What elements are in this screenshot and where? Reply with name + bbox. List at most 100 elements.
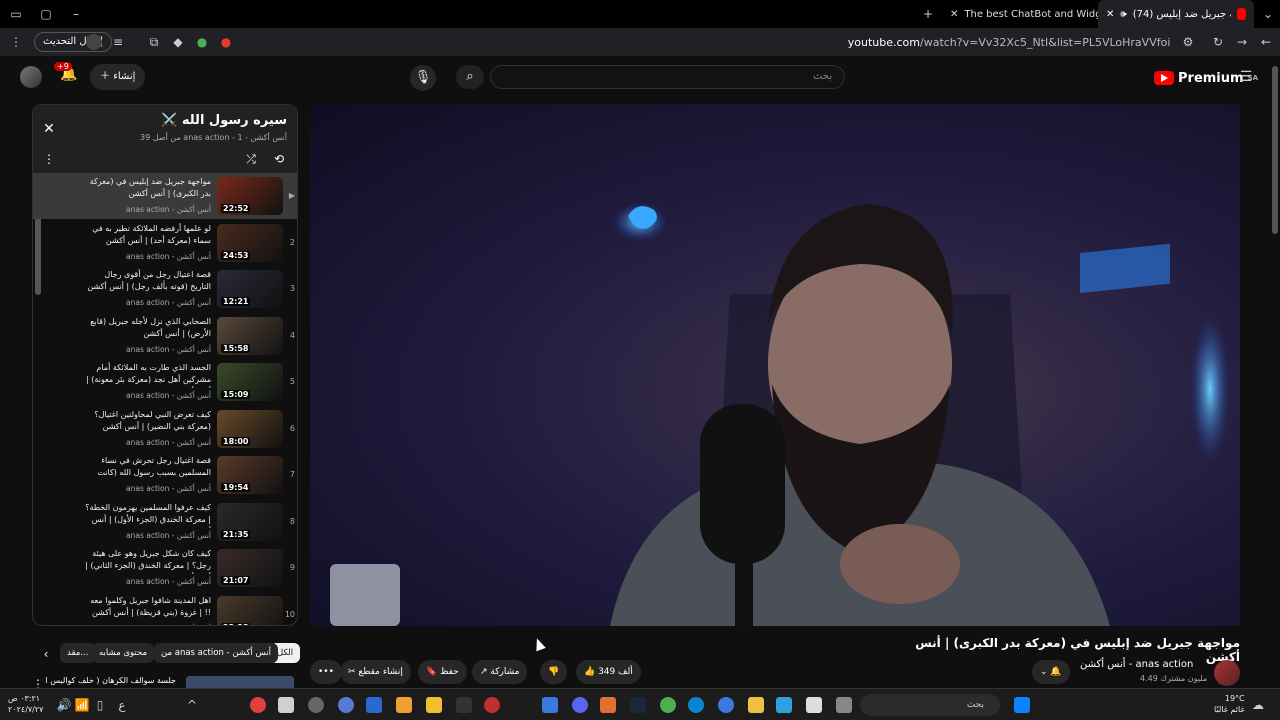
language-indicator[interactable]: ع — [114, 697, 130, 713]
playlist-item-title[interactable]: قصة اغتيال رجل تحرش في نساء المسلمين بسب… — [85, 455, 211, 481]
playlist-item[interactable]: 8 21:35 كيف عرفوا المسلمين يهزمون الخطة؟ |… — [33, 499, 297, 545]
app-icon[interactable] — [426, 697, 442, 713]
app-icon[interactable] — [600, 697, 616, 713]
tab-youtube[interactable]: ✕ 🕪 (74) مواجهة جبريل ضد إبليس — [1098, 0, 1254, 28]
chevron-left-icon[interactable]: ‹ — [38, 646, 54, 662]
playlist-item-thumbnail[interactable]: 12:21 — [217, 270, 283, 308]
save-button[interactable]: 🔖 حفظ — [418, 660, 467, 684]
playlist-item-title[interactable]: الصحابي الذي نزل لأجله جبريل (قابع الأرض… — [85, 316, 211, 340]
extension-icon[interactable]: ◆ — [170, 34, 186, 50]
hamburger-menu-icon[interactable]: ☰ — [1238, 69, 1254, 85]
playlist-item-title[interactable]: اهل المدينة شافوا جبريل وكلموا معه !! | … — [85, 595, 211, 619]
loop-icon[interactable]: ⟲ — [271, 151, 287, 167]
reading-list-icon[interactable]: ≡ — [110, 34, 126, 50]
playlist-item-title[interactable]: لو علمها أرفضه الملائكة تطير به في سماء … — [85, 223, 211, 247]
app-icon[interactable] — [366, 697, 382, 713]
share-button[interactable]: ↗ مشاركة — [472, 660, 528, 684]
playlist-item-title[interactable]: كيف تعرض النبي لمحاولتين اغتيال؟ (معركة … — [85, 409, 211, 433]
wifi-icon[interactable]: 📶 — [74, 697, 90, 713]
speaker-icon[interactable]: 🔊 — [56, 697, 72, 713]
search-input[interactable]: بحث — [490, 65, 845, 89]
playlist-item[interactable]: 4 15:58 الصحابي الذي نزل لأجله جبريل (قابع… — [33, 313, 297, 359]
window-menu-icon[interactable]: ▭ — [8, 6, 24, 22]
playlist-item-title[interactable]: الجسد الذي طارت به الملائكة أمام مشركين … — [85, 362, 211, 388]
channel-name[interactable]: anas action - أنس أكشن — [1080, 659, 1193, 670]
new-tab-icon[interactable]: + — [920, 6, 936, 22]
playlist-item-title[interactable]: مواجهة جبريل ضد إبليس في (معركة بدر الكب… — [85, 176, 211, 200]
like-button[interactable]: 👍 349 ألف — [576, 660, 641, 684]
app-icon[interactable] — [456, 697, 472, 713]
playlist-item[interactable]: 9 21:07 كيف كان شكل جبريل وهو على هيئة رجل… — [33, 545, 297, 591]
playlist-item-title[interactable]: قصة اعتيال رجل من أقوى رجال التاريخ (قوت… — [85, 269, 211, 293]
back-icon[interactable]: ← — [1258, 34, 1274, 50]
close-tab-icon[interactable]: ✕ — [950, 9, 958, 20]
chip-from-channel[interactable]: من anas action - أنس أكشن — [154, 643, 279, 663]
store-app-icon[interactable] — [776, 697, 792, 713]
next-video-thumbnail[interactable] — [186, 676, 294, 688]
playlist-item[interactable]: 10 23:28 اهل المدينة شافوا جبريل وكلموا مع… — [33, 592, 297, 625]
playlist-item-thumbnail[interactable]: 23:28 — [217, 595, 283, 625]
playlist-item[interactable]: ▶ 22:52 مواجهة جبريل ضد إبليس في (معركة بد… — [33, 173, 297, 219]
playlist-item-thumbnail[interactable]: 18:00 — [217, 409, 283, 448]
profile-icon[interactable] — [86, 34, 102, 50]
avatar[interactable] — [20, 66, 42, 88]
settings-app-icon[interactable] — [308, 697, 324, 713]
channel-avatar[interactable] — [1214, 660, 1240, 686]
mail-app-icon[interactable] — [542, 697, 558, 713]
playlist-item[interactable]: 3 12:21 قصة اعتيال رجل من أقوى رجال التاري… — [33, 266, 297, 312]
task-view-icon[interactable] — [836, 697, 852, 713]
playlist-item-title[interactable]: كيف عرفوا المسلمين يهزمون الخطة؟ | معركة… — [85, 502, 211, 528]
restore-icon[interactable]: ▢ — [38, 6, 54, 22]
edge-app-icon[interactable] — [688, 697, 704, 713]
voice-search-icon[interactable]: 🎙 — [410, 65, 436, 91]
discord-app-icon[interactable] — [572, 697, 588, 713]
scrollbar-thumb[interactable] — [1272, 66, 1278, 234]
steam-app-icon[interactable] — [630, 697, 646, 713]
subscribed-button[interactable]: ⌄ 🔔 — [1032, 660, 1070, 684]
playlist-item-thumbnail[interactable]: 21:07 — [217, 549, 283, 587]
close-tab-icon[interactable]: ✕ — [1106, 9, 1114, 20]
minimize-icon[interactable]: – — [68, 6, 84, 22]
chip-related[interactable]: محتوى مشابه — [92, 643, 154, 663]
windows-start-icon[interactable] — [1014, 697, 1030, 713]
tab-search-icon[interactable]: ⌄ — [1260, 6, 1276, 22]
tray-chevron-icon[interactable]: ^ — [184, 697, 200, 713]
search-icon[interactable]: ⌕ — [456, 65, 484, 89]
playlist-item[interactable]: 7 19:54 قصة اغتيال رجل تحرش في نساء المسلم… — [33, 452, 297, 498]
playlist-item-thumbnail[interactable]: 15:58 — [217, 316, 283, 355]
playlist-item[interactable]: 5 15:09 الجسد الذي طارت به الملائكة أمام م… — [33, 359, 297, 405]
playlist-item-thumbnail[interactable]: 15:09 — [217, 363, 283, 401]
playlist-item-thumbnail[interactable]: 21:35 — [217, 502, 283, 541]
playlist-item-thumbnail[interactable]: 24:53 — [217, 223, 283, 262]
more-actions-button[interactable]: ••• — [310, 660, 342, 684]
app-icon[interactable] — [806, 697, 822, 713]
dislike-button[interactable]: 👎 — [540, 660, 568, 684]
playlist-item-thumbnail[interactable]: 22:52 — [217, 177, 283, 215]
taskbar-search-input[interactable]: بحث — [860, 694, 1000, 716]
file-explorer-app-icon[interactable] — [748, 697, 764, 713]
chrome-app-icon[interactable] — [660, 697, 676, 713]
create-button[interactable]: ＋ إنشاء — [90, 64, 146, 90]
extension-green-icon[interactable]: ● — [194, 34, 210, 50]
shuffle-icon[interactable]: ⤮ — [243, 151, 259, 167]
playlist-item[interactable]: 2 24:53 لو علمها أرفضه الملائكة تطير به في… — [33, 220, 297, 266]
battery-icon[interactable]: ▯ — [92, 697, 108, 713]
playlist-item-thumbnail[interactable]: 19:54 — [217, 456, 283, 494]
chrome-active-app-icon[interactable] — [718, 697, 734, 713]
playlist-item[interactable]: 6 18:00 كيف تعرض النبي لمحاولتين اغتيال؟ (… — [33, 406, 297, 452]
chrome-app-icon[interactable] — [250, 697, 266, 713]
app-icon[interactable] — [484, 697, 500, 713]
forward-icon[interactable]: → — [1234, 34, 1250, 50]
close-icon[interactable]: ✕ — [41, 121, 57, 137]
playlist-item-title[interactable]: كيف كان شكل جبريل وهو على هيئة رجل؟ | مع… — [85, 548, 211, 574]
app-icon[interactable] — [338, 697, 354, 713]
weather-widget[interactable]: 19°C غائم غالبًا — [1214, 693, 1245, 715]
next-video-title[interactable]: جلسة سوالف الكرهان ( خلف كواليس السلسلة — [46, 676, 176, 685]
chip-more[interactable]: مقد... — [60, 643, 96, 663]
notepad-app-icon[interactable] — [278, 697, 294, 713]
extension-red-icon[interactable]: ● — [218, 34, 234, 50]
reload-icon[interactable]: ↻ — [1210, 34, 1226, 50]
tab-chatbot[interactable]: ✕ The best ChatBot and Widgets — [942, 0, 1117, 28]
page-scrollbar[interactable] — [1270, 56, 1280, 688]
more-options-icon[interactable]: ⋮ — [41, 151, 57, 167]
